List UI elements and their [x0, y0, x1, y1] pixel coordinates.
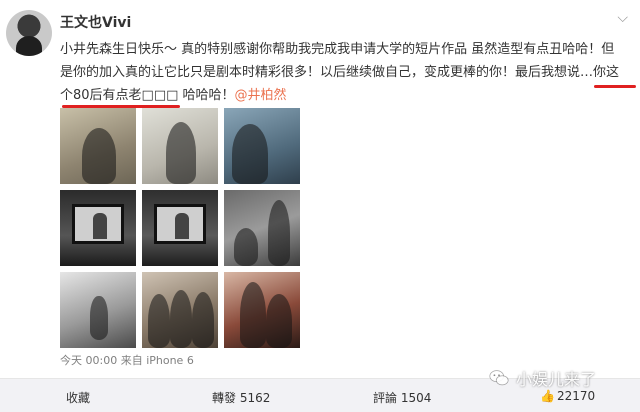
username[interactable]: 王文也Vivi — [60, 12, 131, 32]
repost-button[interactable]: 轉發 5162 — [212, 389, 270, 406]
post-text: 小井先森生日快乐～ 真的特别感谢你帮助我完成我申请大学的短片作品 虽然造型有点丑… — [60, 38, 632, 107]
like-button[interactable]: 👍 22170 — [540, 389, 595, 403]
post-meta: 今天 00:00 来自 iPhone 6 — [60, 354, 194, 367]
annotation-underline-1 — [594, 85, 636, 88]
wechat-icon — [489, 370, 509, 386]
comment-button[interactable]: 評論 1504 — [373, 389, 431, 406]
photo-thumbnail[interactable] — [224, 272, 300, 348]
watermark-text: 小娱儿来了 — [516, 370, 597, 389]
photo-thumbnail[interactable] — [224, 190, 300, 266]
photo-thumbnail[interactable] — [142, 108, 218, 184]
favorite-button[interactable]: 收藏 — [66, 389, 90, 406]
photo-thumbnail[interactable] — [60, 272, 136, 348]
photo-thumbnail[interactable] — [142, 190, 218, 266]
post-line-1: 小井先森生日快乐～ 真的特别感谢你帮助我完成我申请大学的短片作品 虽然造型有点丑… — [60, 42, 615, 57]
chevron-down-icon[interactable]: ⌵ — [617, 10, 628, 26]
post-line-3: 个80后有点老□□□ 哈哈哈！ — [60, 88, 235, 103]
post-line-2: 是你的加入真的让它比只是剧本时精彩很多！以后继续做自己，变成更棒的你！最后我想说… — [60, 65, 620, 80]
photo-thumbnail[interactable] — [60, 190, 136, 266]
like-count: 22170 — [556, 389, 596, 403]
photo-thumbnail[interactable] — [224, 108, 300, 184]
avatar[interactable] — [6, 10, 52, 56]
photo-thumbnail[interactable] — [142, 272, 218, 348]
mention-link[interactable]: @井柏然 — [235, 88, 287, 103]
photo-thumbnail[interactable] — [60, 108, 136, 184]
watermark: 小娱儿来了 — [488, 366, 596, 390]
thumbs-up-icon: 👍 — [540, 389, 555, 403]
